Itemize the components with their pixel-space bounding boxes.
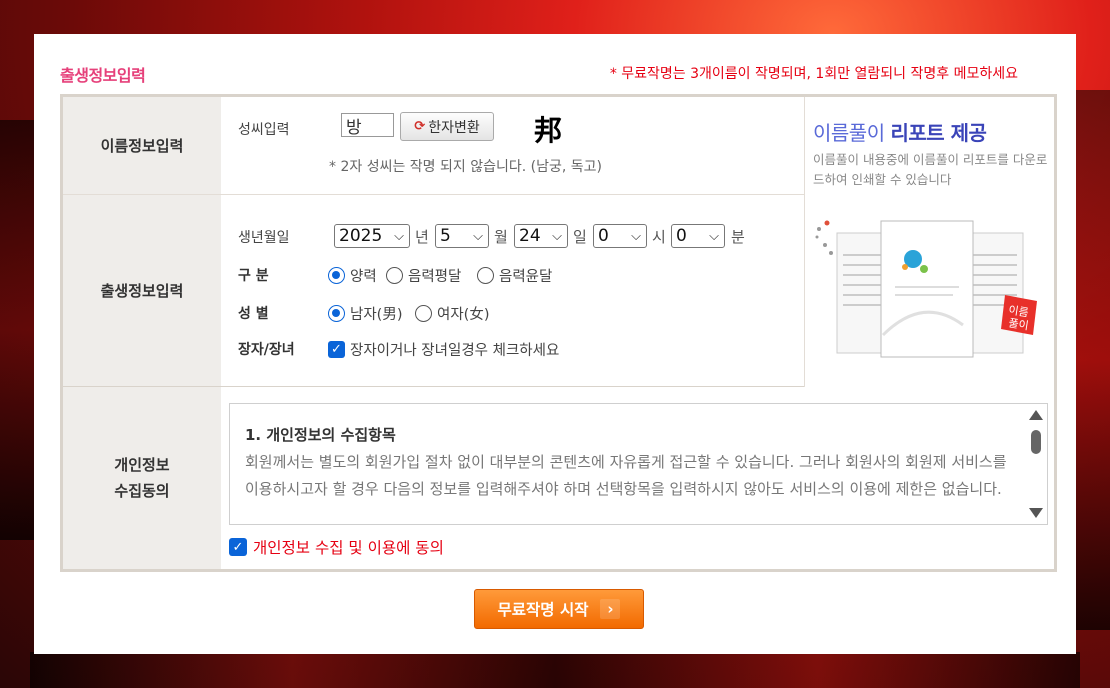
month-select[interactable]: 5 ⌵ — [435, 224, 489, 248]
chevron-down-icon: ⌵ — [631, 228, 641, 244]
hanja-convert-label: 한자변환 — [428, 119, 480, 136]
calendar-type-label: 구 분 — [238, 268, 269, 284]
input-form: 이름정보입력 성씨입력 ⟳ 한자변환 邦 * 2자 성씨는 작명 되지 않습니다… — [60, 94, 1057, 572]
day-unit: 일 — [573, 228, 587, 246]
scroll-thumb[interactable] — [1031, 430, 1041, 454]
birth-info-panel: 출생정보입력 * 무료작명는 3개이름이 작명되며, 1회만 열람되니 작명후 … — [34, 34, 1076, 654]
background-decoration-bottom — [30, 652, 1080, 688]
checkbox-checked-icon[interactable]: ✓ — [328, 341, 345, 358]
promo-title-part1: 이름풀이 — [813, 121, 891, 145]
birthdate-label: 생년월일 — [238, 230, 290, 246]
privacy-consent-row: 개인정보 수집동의 1. 개인정보의 수집항목 회원께서는 별도의 회원가입 절… — [63, 387, 1054, 569]
month-value: 5 — [440, 226, 451, 246]
month-unit: 월 — [494, 228, 508, 246]
hour-select[interactable]: 0 ⌵ — [593, 224, 647, 248]
year-unit: 년 — [415, 228, 429, 246]
chevron-right-icon: › — [600, 599, 621, 619]
year-select[interactable]: 2025 ⌵ — [334, 224, 410, 248]
page-title: 출생정보입력 — [60, 66, 146, 85]
chevron-down-icon: ⌵ — [709, 228, 719, 244]
promo-title-part2: 리포트 제공 — [890, 121, 987, 145]
radio-unselected-icon[interactable] — [415, 305, 432, 322]
name-info-label: 이름정보입력 — [63, 97, 221, 194]
eldest-label: 장자/장녀 — [238, 342, 295, 358]
privacy-terms-text: 1. 개인정보의 수집항목 회원께서는 별도의 회원가입 절차 없이 대부분의 … — [245, 422, 1025, 503]
radio-unselected-icon[interactable] — [386, 267, 403, 284]
promo-title: 이름풀이 리포트 제공 — [813, 117, 987, 146]
privacy-label-line1: 개인정보 — [114, 456, 170, 474]
privacy-terms-body: 회원께서는 별도의 회원가입 절차 없이 대부분의 콘텐츠에 자유롭게 접근할 … — [245, 453, 1007, 498]
calendar-solar-label: 양력 — [350, 269, 377, 285]
radio-unselected-icon[interactable] — [477, 267, 494, 284]
privacy-label-line2: 수집동의 — [114, 482, 170, 500]
background-decoration-right — [1075, 90, 1110, 630]
free-naming-notice: * 무료작명는 3개이름이 작명되며, 1회만 열람되니 작명후 메모하세요 — [609, 66, 1018, 82]
calendar-lunar-leap-option[interactable]: 음력윤달 — [477, 265, 552, 286]
calendar-lunar-normal-label: 음력평달 — [408, 269, 462, 285]
radio-selected-icon[interactable] — [328, 305, 345, 322]
dots-decoration — [815, 220, 833, 255]
minute-select[interactable]: 0 ⌵ — [671, 224, 725, 248]
minute-unit: 분 — [731, 228, 745, 246]
chevron-down-icon: ⌵ — [552, 228, 562, 244]
checkbox-checked-icon[interactable]: ✓ — [229, 538, 247, 556]
privacy-terms-heading: 1. 개인정보의 수집항목 — [245, 426, 396, 444]
chevron-down-icon: ⌵ — [394, 228, 404, 244]
calendar-lunar-normal-option[interactable]: 음력평달 — [386, 265, 461, 286]
privacy-agree-label: 개인정보 수집 및 이용에 동의 — [253, 539, 444, 557]
hanja-convert-button[interactable]: ⟳ 한자변환 — [400, 112, 494, 141]
privacy-scrollbar[interactable] — [1025, 404, 1047, 524]
eldest-checkbox-option[interactable]: ✓ 장자이거나 장녀일경우 체크하세요 — [328, 339, 559, 360]
minute-value: 0 — [676, 226, 687, 246]
promo-description: 이름풀이 내용중에 이름풀이 리포트를 다운로드하여 인쇄할 수 있습니다 — [813, 152, 1048, 187]
gender-male-label: 남자(男) — [350, 307, 403, 323]
radio-selected-icon[interactable] — [328, 267, 345, 284]
surname-input[interactable] — [341, 113, 394, 137]
report-document-illustration: 이름 풀이 — [815, 220, 1037, 358]
year-value: 2025 — [339, 226, 383, 246]
report-promo: 이름풀이 리포트 제공 이름풀이 내용중에 이름풀이 리포트를 다운로드하여 인… — [804, 97, 1054, 387]
refresh-icon: ⟳ — [414, 119, 426, 134]
day-select[interactable]: 24 ⌵ — [514, 224, 568, 248]
start-free-naming-button[interactable]: 무료작명 시작 › — [474, 589, 644, 629]
birth-info-label: 출생정보입력 — [63, 195, 221, 386]
gender-female-option[interactable]: 여자(女) — [415, 303, 490, 324]
surname-label: 성씨입력 — [238, 122, 290, 138]
hour-value: 0 — [598, 226, 609, 246]
privacy-agree-checkbox[interactable]: ✓ 개인정보 수집 및 이용에 동의 — [229, 536, 444, 558]
privacy-consent-label: 개인정보 수집동의 — [63, 387, 221, 569]
gender-male-option[interactable]: 남자(男) — [328, 303, 403, 324]
gender-female-label: 여자(女) — [437, 307, 490, 323]
privacy-terms-box[interactable]: 1. 개인정보의 수집항목 회원께서는 별도의 회원가입 절차 없이 대부분의 … — [229, 403, 1048, 525]
start-button-label: 무료작명 시작 — [497, 601, 589, 619]
hour-unit: 시 — [652, 228, 666, 246]
badge-icon: 이름 풀이 — [1001, 295, 1037, 335]
hanja-character: 邦 — [534, 114, 563, 147]
calendar-lunar-leap-label: 음력윤달 — [499, 269, 553, 285]
calendar-solar-option[interactable]: 양력 — [328, 265, 377, 286]
chevron-down-icon: ⌵ — [473, 228, 483, 244]
scroll-down-icon[interactable] — [1029, 508, 1043, 518]
scroll-up-icon[interactable] — [1029, 410, 1043, 420]
gender-label: 성 별 — [238, 306, 269, 322]
surname-note: * 2자 성씨는 작명 되지 않습니다. (남궁, 독고) — [329, 159, 602, 175]
day-value: 24 — [519, 226, 541, 246]
eldest-checkbox-label: 장자이거나 장녀일경우 체크하세요 — [350, 343, 560, 359]
